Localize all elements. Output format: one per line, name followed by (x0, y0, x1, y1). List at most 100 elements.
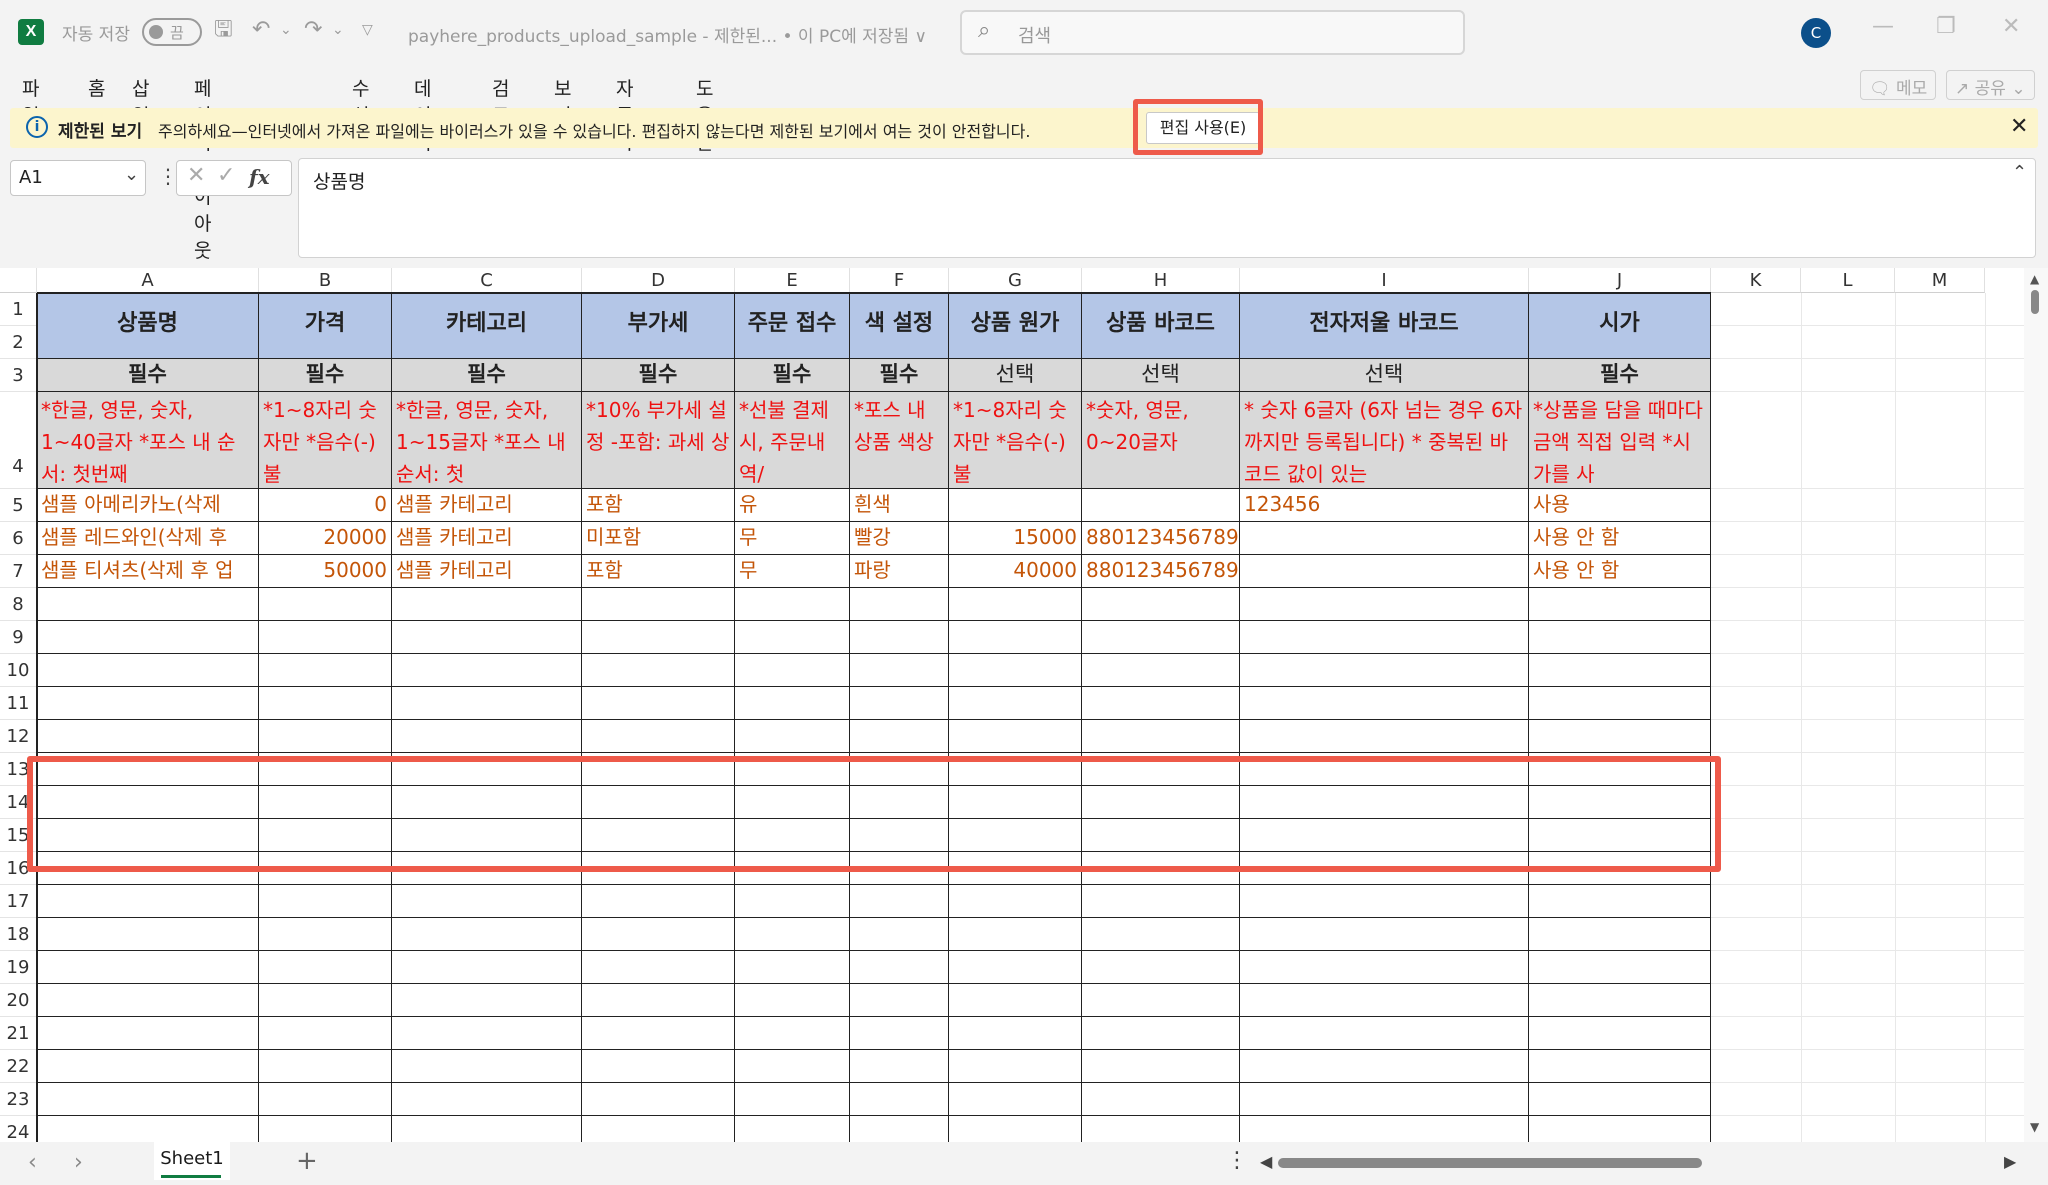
column-header-f[interactable]: F (850, 268, 949, 293)
empty-cell[interactable] (1529, 918, 1711, 951)
empty-cell[interactable] (259, 621, 392, 654)
empty-cell[interactable] (1082, 918, 1240, 951)
empty-cell[interactable] (1529, 984, 1711, 1017)
empty-cell[interactable] (949, 720, 1082, 753)
required-cell-c[interactable]: 필수 (392, 359, 582, 392)
empty-cell[interactable] (392, 885, 582, 918)
empty-cell[interactable] (1529, 720, 1711, 753)
header-cell-b[interactable]: 가격 (259, 293, 392, 359)
row-header-10[interactable]: 10 (0, 654, 37, 687)
data-cell-a6[interactable]: 샘플 레드와인(삭제 후 (37, 522, 259, 555)
share-button[interactable]: ↗ 공유 ⌄ (1946, 70, 2035, 100)
empty-cell[interactable] (1240, 918, 1529, 951)
empty-cell[interactable] (1240, 654, 1529, 687)
empty-cell[interactable] (735, 621, 850, 654)
empty-cell[interactable] (1529, 1083, 1711, 1116)
autosave-toggle[interactable]: 끔 (142, 18, 202, 46)
empty-cell[interactable] (1240, 984, 1529, 1017)
empty-cell[interactable] (949, 1083, 1082, 1116)
required-cell-a[interactable]: 필수 (37, 359, 259, 392)
empty-cell[interactable] (392, 1017, 582, 1050)
empty-cell[interactable] (37, 918, 259, 951)
vertical-scrollbar[interactable]: ▲ ▼ (2024, 268, 2048, 1142)
empty-cell[interactable] (1082, 654, 1240, 687)
prev-sheet-icon[interactable]: ‹ (28, 1150, 37, 1175)
data-cell-f6[interactable]: 빨강 (850, 522, 949, 555)
select-all-corner[interactable] (0, 268, 37, 293)
column-header-l[interactable]: L (1801, 268, 1895, 293)
row-header-11[interactable]: 11 (0, 687, 37, 720)
save-icon[interactable]: 🖫 (214, 16, 233, 44)
empty-cell[interactable] (37, 588, 259, 621)
data-cell-b6[interactable]: 20000 (259, 522, 392, 555)
column-header-g[interactable]: G (949, 268, 1082, 293)
insert-function-icon[interactable]: fx (249, 165, 270, 189)
empty-cell[interactable] (582, 621, 735, 654)
more-options-icon[interactable]: ⋮ (158, 164, 178, 188)
menu-home[interactable]: 홈 (88, 74, 105, 101)
note-cell-c[interactable]: *한글, 영문, 숫자, 1~15글자 *포스 내 순서: 첫 (392, 392, 582, 489)
empty-cell[interactable] (582, 1083, 735, 1116)
empty-cell[interactable] (850, 918, 949, 951)
required-cell-b[interactable]: 필수 (259, 359, 392, 392)
empty-cell[interactable] (259, 885, 392, 918)
empty-cell[interactable] (949, 687, 1082, 720)
empty-cell[interactable] (259, 1083, 392, 1116)
empty-cell[interactable] (37, 1116, 259, 1142)
header-cell-h[interactable]: 상품 바코드 (1082, 293, 1240, 359)
collapse-formula-bar-icon[interactable]: ⌃ (2012, 162, 2027, 183)
empty-cell[interactable] (582, 588, 735, 621)
empty-cell[interactable] (259, 984, 392, 1017)
note-cell-b[interactable]: *1~8자리 숫자만 *음수(-) 불 (259, 392, 392, 489)
empty-cell[interactable] (1082, 984, 1240, 1017)
required-cell-h[interactable]: 선택 (1082, 359, 1240, 392)
row-header-5[interactable]: 5 (0, 489, 37, 522)
empty-cell[interactable] (1529, 885, 1711, 918)
empty-cell[interactable] (850, 720, 949, 753)
empty-cell[interactable] (1240, 1083, 1529, 1116)
required-cell-g[interactable]: 선택 (949, 359, 1082, 392)
empty-cell[interactable] (850, 621, 949, 654)
empty-cell[interactable] (949, 984, 1082, 1017)
empty-cell[interactable] (1082, 588, 1240, 621)
empty-cell[interactable] (37, 1017, 259, 1050)
empty-cell[interactable] (259, 687, 392, 720)
empty-cell[interactable] (392, 621, 582, 654)
empty-cell[interactable] (582, 984, 735, 1017)
note-cell-j[interactable]: *상품을 담을 때마다 금액 직접 입력 *시가를 사 (1529, 392, 1711, 489)
scroll-down-icon[interactable]: ▼ (2030, 1120, 2039, 1134)
row-header-19[interactable]: 19 (0, 951, 37, 984)
data-cell-f7[interactable]: 파랑 (850, 555, 949, 588)
data-cell-b7[interactable]: 50000 (259, 555, 392, 588)
empty-cell[interactable] (1529, 1017, 1711, 1050)
empty-cell[interactable] (37, 951, 259, 984)
row-header-18[interactable]: 18 (0, 918, 37, 951)
empty-cell[interactable] (392, 1116, 582, 1142)
data-cell-e5[interactable]: 유 (735, 489, 850, 522)
row-header-1[interactable]: 1 (0, 293, 37, 326)
scroll-up-icon[interactable]: ▲ (2030, 272, 2039, 286)
empty-cell[interactable] (949, 654, 1082, 687)
empty-cell[interactable] (37, 1050, 259, 1083)
note-cell-d[interactable]: *10% 부가세 설정 -포함: 과세 상 (582, 392, 735, 489)
data-cell-j5[interactable]: 사용 (1529, 489, 1711, 522)
minimize-icon[interactable]: — (1872, 14, 1894, 39)
empty-cell[interactable] (1240, 588, 1529, 621)
row-header-22[interactable]: 22 (0, 1050, 37, 1083)
column-header-a[interactable]: A (37, 268, 259, 293)
empty-cell[interactable] (1529, 588, 1711, 621)
empty-cell[interactable] (582, 1116, 735, 1142)
empty-cell[interactable] (582, 687, 735, 720)
worksheet-grid[interactable]: ABCDEFGHIJKLM 1 2 3 4 5 6 7 8 9 10 11 12 13 14 15 16 17 1… (0, 268, 2048, 1142)
empty-cell[interactable] (582, 1017, 735, 1050)
empty-cell[interactable] (1082, 1017, 1240, 1050)
empty-cell[interactable] (949, 918, 1082, 951)
search-box[interactable]: ⌕ 검색 (960, 10, 1465, 55)
scroll-right-icon[interactable]: ▶ (2004, 1152, 2016, 1171)
data-cell-d5[interactable]: 포함 (582, 489, 735, 522)
required-cell-d[interactable]: 필수 (582, 359, 735, 392)
close-icon[interactable]: ✕ (2002, 14, 2020, 39)
chevron-down-icon[interactable]: ⌄ (124, 164, 139, 185)
data-cell-a7[interactable]: 샘플 티셔츠(삭제 후 업 (37, 555, 259, 588)
undo-icon[interactable]: ↶ (252, 16, 270, 44)
